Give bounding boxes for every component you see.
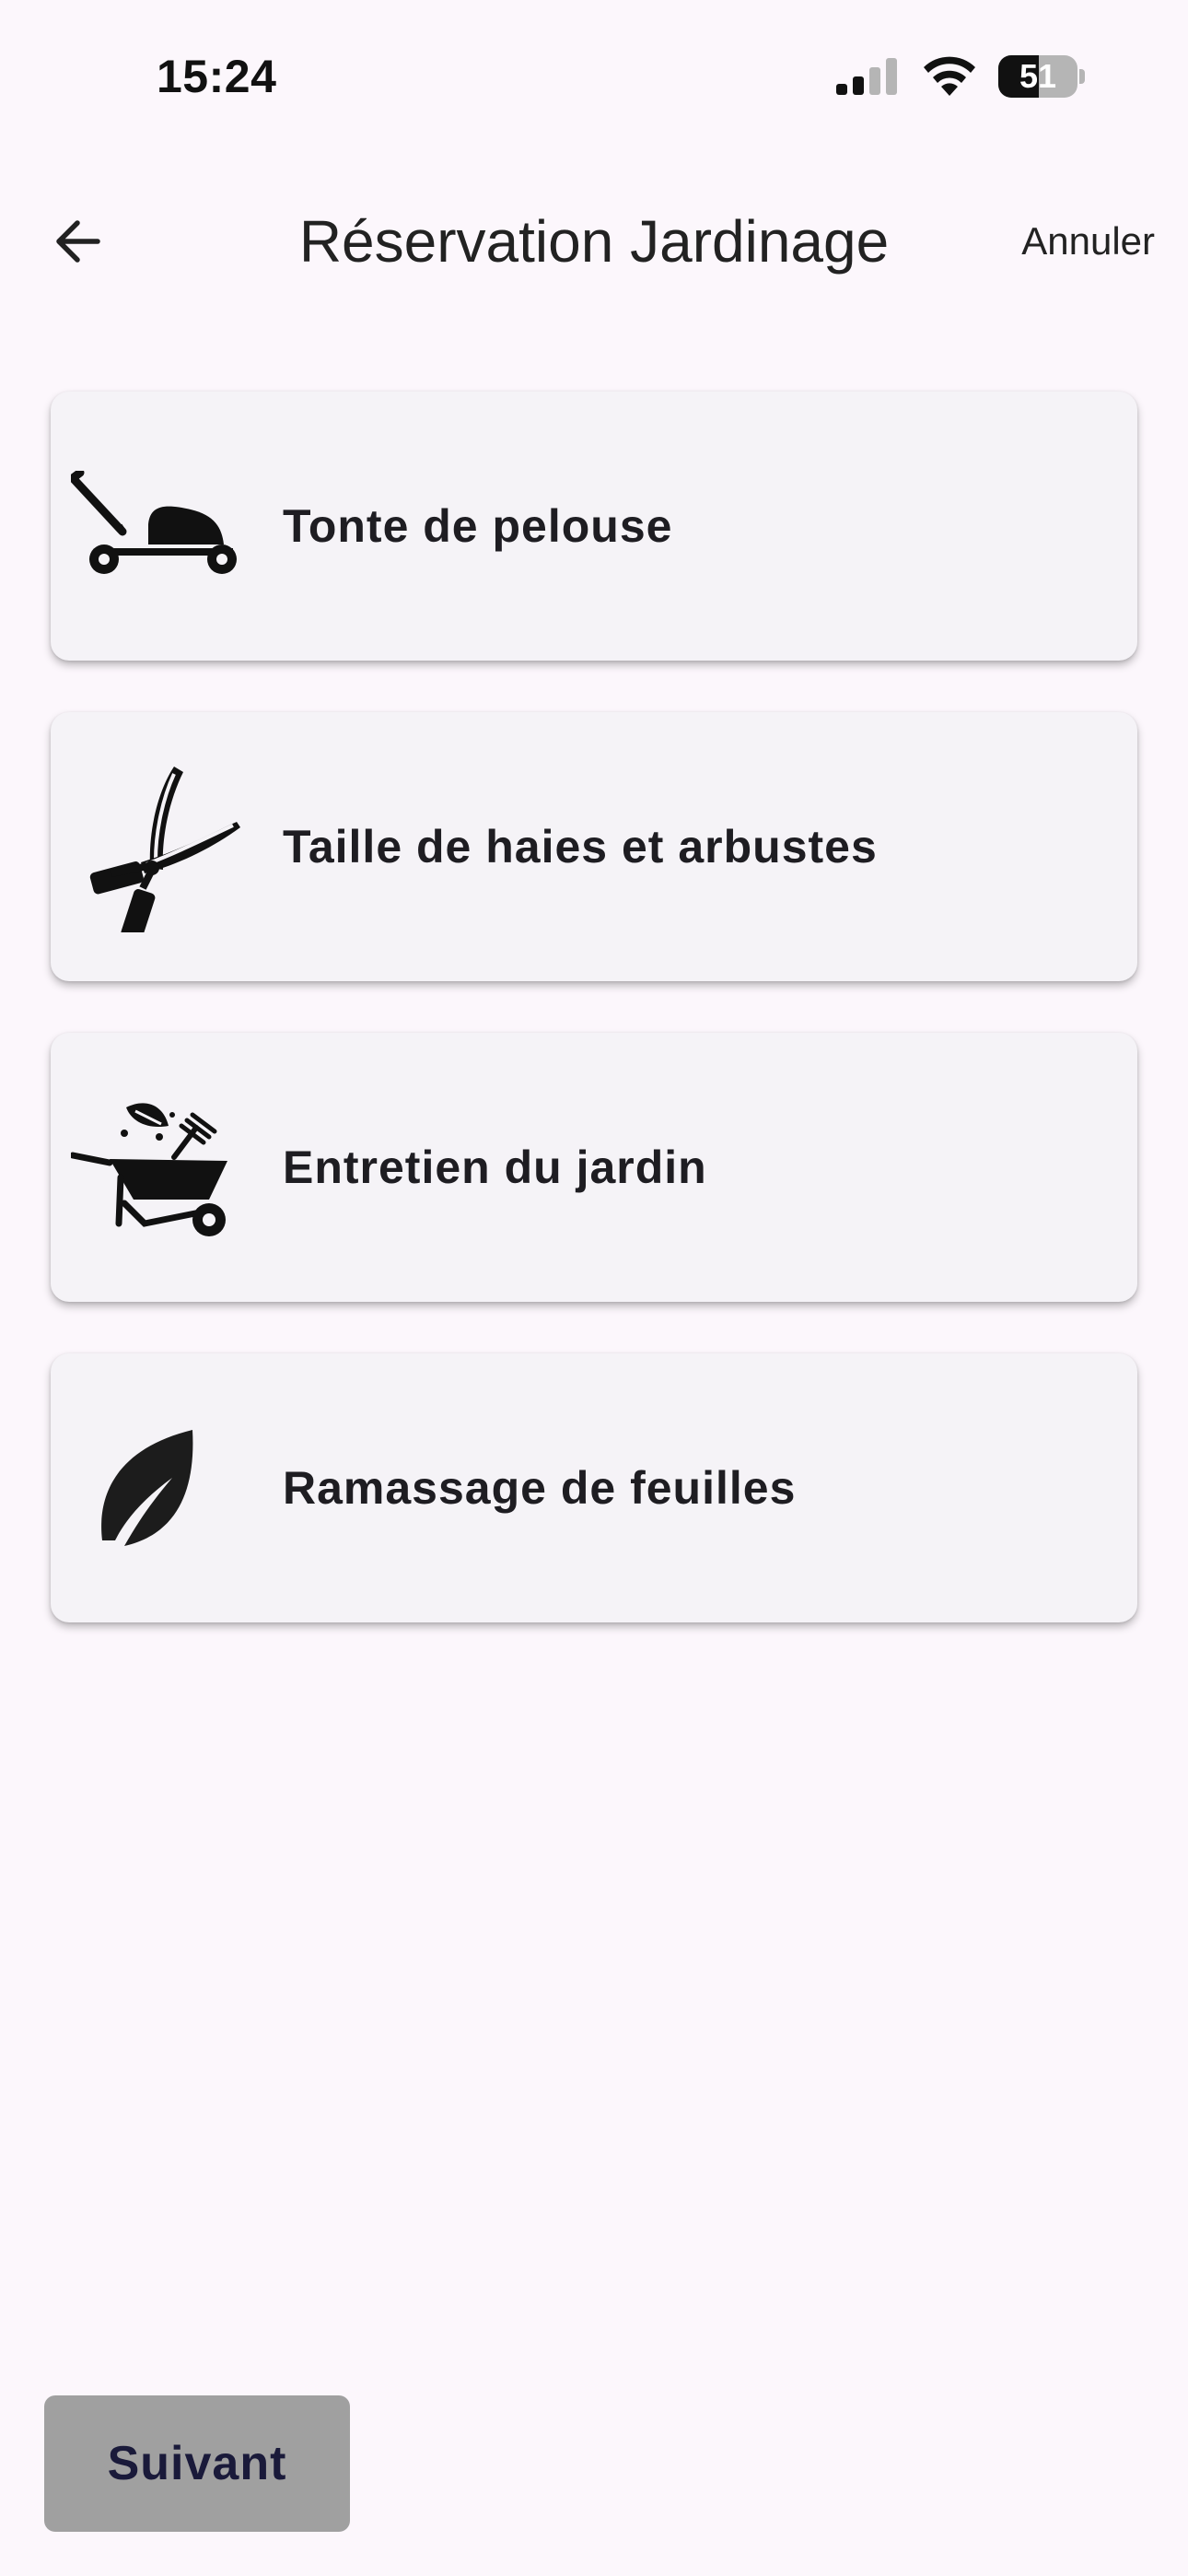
wifi-icon bbox=[924, 56, 975, 96]
back-button[interactable] bbox=[41, 205, 114, 278]
next-button[interactable]: Suivant bbox=[44, 2395, 350, 2532]
service-card-lawn-mowing[interactable]: Tonte de pelouse bbox=[51, 392, 1137, 661]
service-card-garden-maintenance[interactable]: Entretien du jardin bbox=[51, 1033, 1137, 1302]
arrow-left-icon bbox=[56, 220, 100, 263]
wheelbarrow-icon bbox=[69, 1080, 244, 1255]
battery-icon: 51 bbox=[998, 55, 1085, 98]
status-time: 15:24 bbox=[157, 51, 277, 102]
page-title: Réservation Jardinage bbox=[298, 208, 890, 275]
service-label: Taille de haies et arbustes bbox=[283, 821, 878, 872]
battery-tip bbox=[1079, 69, 1085, 84]
hedge-shears-icon bbox=[69, 759, 244, 934]
cellular-signal-icon bbox=[836, 58, 897, 95]
battery-level: 51 bbox=[1019, 57, 1057, 95]
service-label: Entretien du jardin bbox=[283, 1142, 707, 1193]
service-card-leaf-collection[interactable]: Ramassage de feuilles bbox=[51, 1353, 1137, 1622]
cancel-button[interactable]: Annuler bbox=[1021, 214, 1155, 269]
service-label: Tonte de pelouse bbox=[283, 500, 673, 552]
service-card-hedge-trimming[interactable]: Taille de haies et arbustes bbox=[51, 712, 1137, 981]
lawn-mower-icon bbox=[69, 439, 244, 614]
service-label: Ramassage de feuilles bbox=[283, 1462, 797, 1514]
status-icons: 51 bbox=[834, 55, 1085, 98]
leaf-icon bbox=[69, 1400, 244, 1575]
